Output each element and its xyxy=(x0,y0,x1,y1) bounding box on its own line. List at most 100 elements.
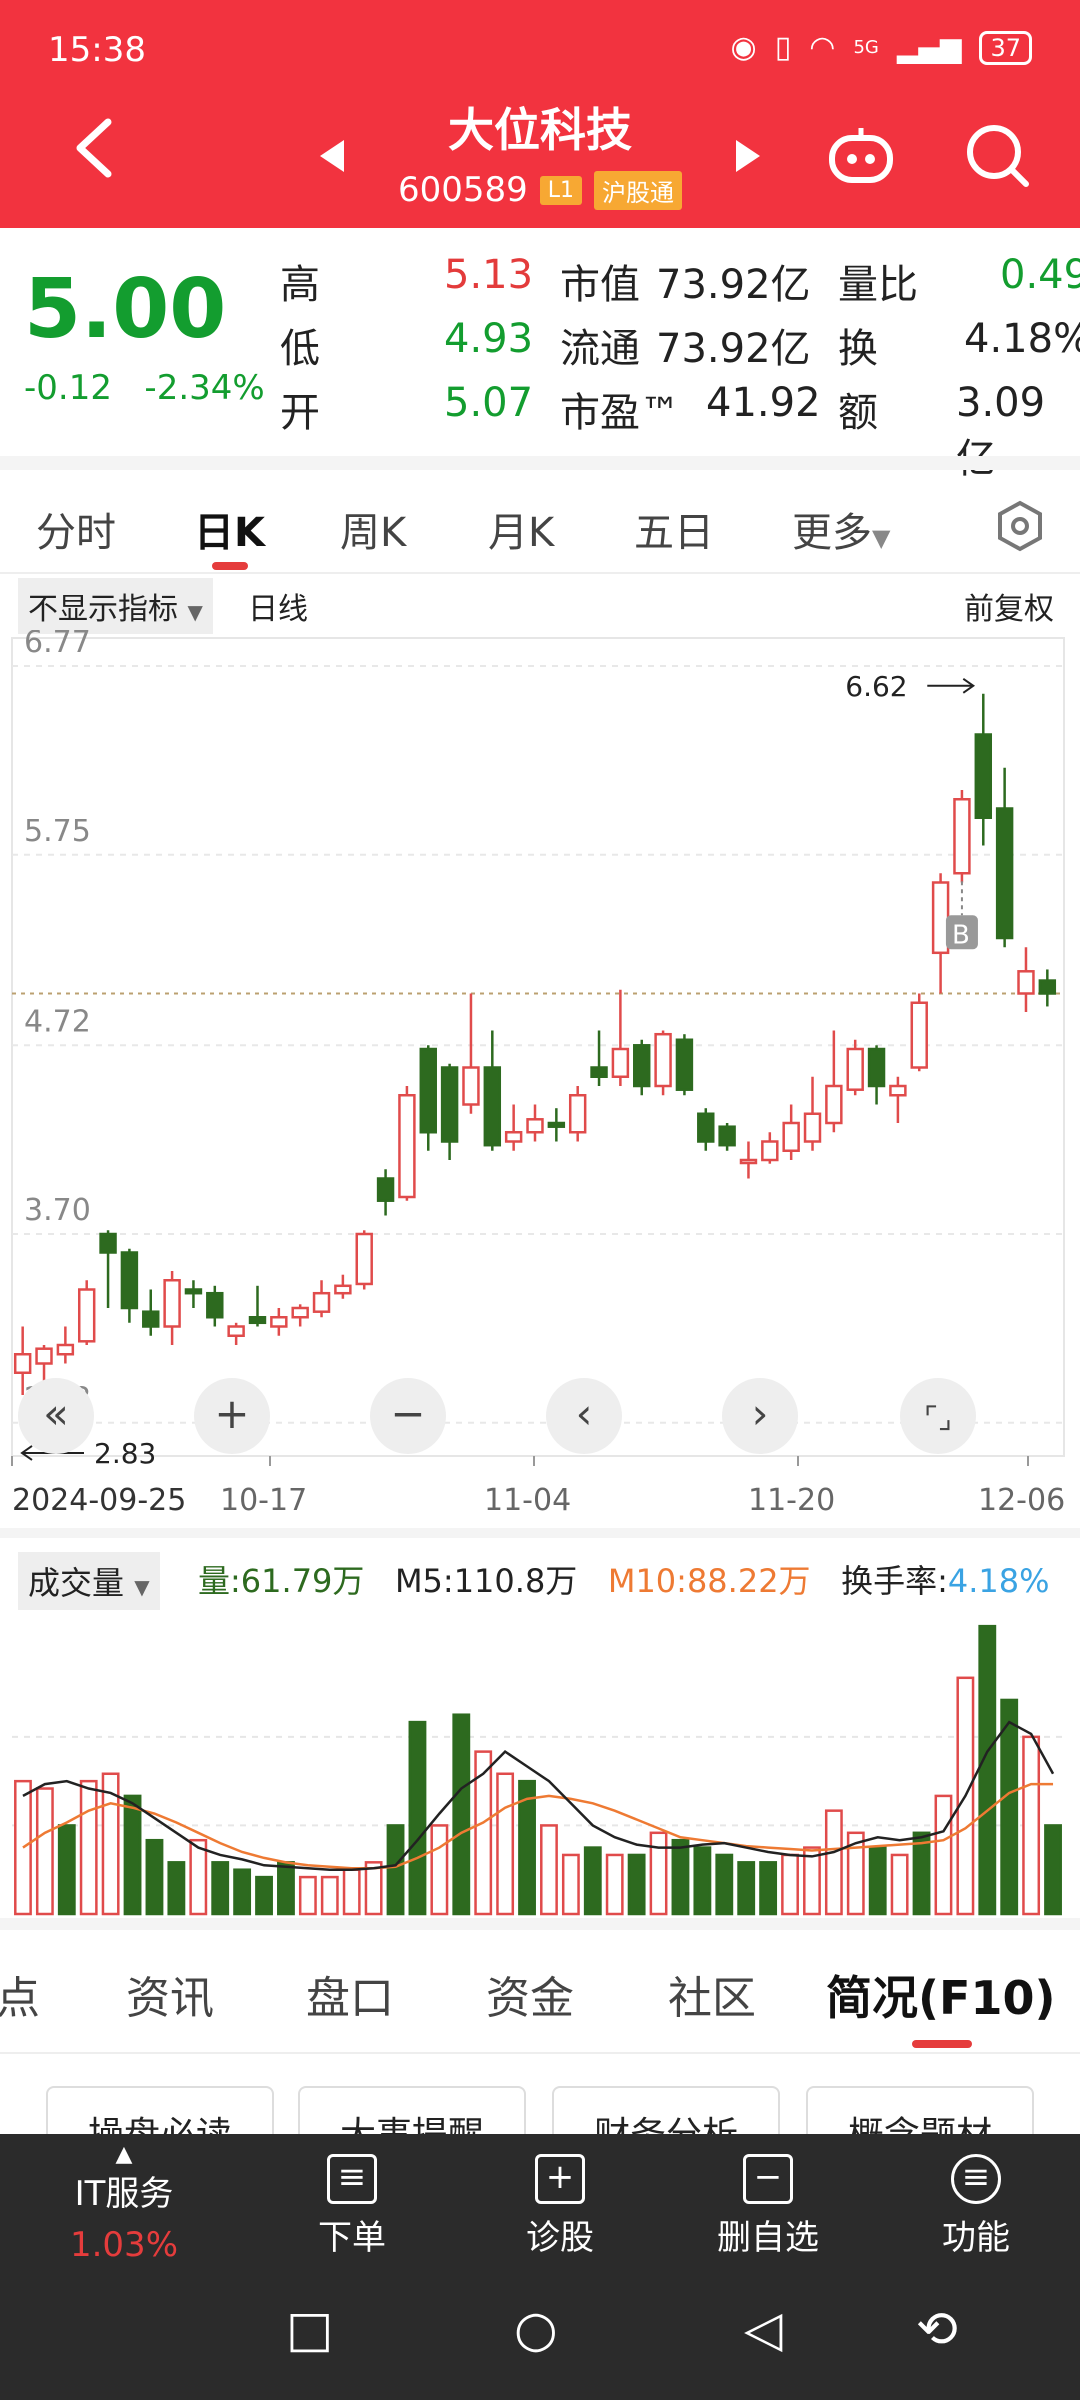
card-concepts[interactable]: 概念题材 xyxy=(806,2086,1034,2134)
candle-body xyxy=(334,1284,352,1295)
mcap-value: 73.92亿 xyxy=(656,262,811,308)
zoom-in-button[interactable]: + xyxy=(194,1378,270,1454)
volume-bar xyxy=(452,1713,471,1916)
scroll-left-button[interactable]: ‹ xyxy=(546,1378,622,1454)
candle-body xyxy=(312,1291,331,1313)
y-tick-label: 4.72 xyxy=(24,1004,91,1039)
section-gap xyxy=(0,1528,1080,1538)
card-row: 操盘必读 大事提醒 财务分析 概念题材 xyxy=(0,2086,1080,2134)
minus-box-icon: − xyxy=(743,2154,793,2204)
tab-daily-k[interactable]: 日K xyxy=(194,500,265,558)
adjust-button[interactable]: 前复权 xyxy=(964,584,1054,628)
volume-ratio-label: 量比 xyxy=(838,262,918,308)
tab-more[interactable]: 更多▼ xyxy=(792,500,890,558)
chart-frame xyxy=(11,637,1065,1457)
search-button[interactable] xyxy=(964,122,1030,192)
search-icon xyxy=(967,125,1029,187)
triangle-back-icon: ◁ xyxy=(744,2300,783,2358)
sector-indicator[interactable]: ▲ IT服务 1.03% xyxy=(34,2144,214,2266)
status-bar: 15:38 ◉ ▯ ◠ 5G ▂▄▆ 37 xyxy=(0,0,1080,100)
rotate-button[interactable]: ⟲ xyxy=(916,2300,958,2358)
tab-weekly-k[interactable]: 周K xyxy=(340,500,406,558)
volume-bar xyxy=(693,1846,712,1916)
section-gap xyxy=(0,1918,1080,1930)
volume-bar xyxy=(364,1861,383,1916)
nav-functions[interactable]: ≡ 功能 xyxy=(886,2154,1066,2259)
candle-body xyxy=(654,1032,672,1088)
candle-body xyxy=(739,1158,758,1165)
back-nav-button[interactable]: ◁ xyxy=(744,2300,782,2358)
max-price-label: 6.62 xyxy=(845,670,907,703)
tab-points[interactable]: 点 xyxy=(0,1962,40,2026)
tab-f10-overview[interactable]: 简况(F10) xyxy=(826,1962,1055,2028)
volume-bar xyxy=(1044,1824,1062,1916)
recent-apps-button[interactable]: □ xyxy=(286,2300,333,2358)
card-financials[interactable]: 财务分析 xyxy=(552,2086,780,2134)
candle-body xyxy=(163,1279,181,1328)
volume-bar xyxy=(189,1838,208,1916)
status-icons: ◉ ▯ ◠ 5G ▂▄▆ 37 xyxy=(731,30,1032,65)
stock-code-row: 600589 L1 沪股通 xyxy=(0,170,1080,210)
minus-icon: − xyxy=(390,1389,426,1438)
volume-bar xyxy=(408,1720,427,1916)
volume-select-label: 成交量 xyxy=(28,1564,125,1602)
volume-bar xyxy=(540,1824,558,1916)
caret-down-icon: ▼ xyxy=(134,1575,150,1599)
header-bar: 15:38 ◉ ▯ ◠ 5G ▂▄▆ 37 大位科技 600589 L1 沪股通 xyxy=(0,0,1080,228)
card-events[interactable]: 大事提醒 xyxy=(298,2086,526,2134)
home-button[interactable]: ○ xyxy=(514,2300,558,2358)
candle-body xyxy=(718,1125,736,1147)
robot-assistant-button[interactable] xyxy=(826,126,896,190)
high-value: 5.13 xyxy=(444,252,534,298)
candle-body xyxy=(142,1310,160,1328)
amount-label: 额 xyxy=(838,390,878,436)
volume-chart[interactable] xyxy=(0,1600,1080,1918)
volume-bar xyxy=(1000,1698,1019,1916)
tab-intraday[interactable]: 分时 xyxy=(36,500,116,558)
rotate-icon: ⟲ xyxy=(916,2300,958,2358)
info-tabs-divider xyxy=(0,2052,1080,2054)
tab-five-day[interactable]: 五日 xyxy=(634,500,714,558)
nav-place-order-label: 下单 xyxy=(318,2218,386,2258)
double-chevron-left-icon: « xyxy=(43,1389,69,1438)
tab-community[interactable]: 社区 xyxy=(668,1962,756,2026)
volume-bar xyxy=(255,1875,273,1916)
chart-settings-button[interactable] xyxy=(994,500,1046,556)
tab-orderbook[interactable]: 盘口 xyxy=(306,1962,394,2026)
candle-body xyxy=(355,1232,373,1286)
volume-bar xyxy=(57,1824,76,1916)
zoom-out-button[interactable]: − xyxy=(370,1378,446,1454)
volume-bar xyxy=(824,1809,843,1916)
square-icon: □ xyxy=(286,2300,334,2358)
nav-remove-watchlist[interactable]: − 删自选 xyxy=(678,2154,858,2259)
tab-monthly-k[interactable]: 月K xyxy=(488,500,554,558)
tab-news[interactable]: 资讯 xyxy=(126,1962,214,2026)
scroll-right-button[interactable]: › xyxy=(722,1378,798,1454)
volume-bar xyxy=(123,1794,142,1916)
nav-place-order[interactable]: ≡ 下单 xyxy=(262,2154,442,2259)
volume-bar xyxy=(649,1831,668,1916)
candle-body xyxy=(291,1306,309,1319)
m10-legend-value: 88.22万 xyxy=(686,1562,811,1600)
scroll-start-button[interactable]: « xyxy=(18,1378,94,1454)
candle-body xyxy=(1017,970,1035,995)
volume-legend: 量:61.79万 M5:110.8万 M10:88.22万 换手率:4.18% xyxy=(198,1556,1050,1602)
candle-body xyxy=(99,1232,117,1254)
tab-funds[interactable]: 资金 xyxy=(486,1962,574,2026)
high-label: 高 xyxy=(280,262,320,308)
m10-legend-label: M10: xyxy=(607,1562,687,1600)
candle-body xyxy=(867,1047,886,1088)
period-label: 日线 xyxy=(248,592,308,627)
nav-diagnose[interactable]: + 诊股 xyxy=(470,2154,650,2259)
open-label: 开 xyxy=(280,390,320,436)
indicator-select[interactable]: 不显示指标 ▼ xyxy=(18,578,213,634)
section-gap xyxy=(0,456,1080,470)
volume-bar xyxy=(737,1861,756,1916)
candle-body xyxy=(910,1001,928,1069)
volume-bar xyxy=(342,1868,361,1916)
card-trading-guide[interactable]: 操盘必读 xyxy=(46,2086,274,2134)
status-time: 15:38 xyxy=(48,30,146,70)
fullscreen-button[interactable]: ⌜⌟ xyxy=(900,1378,976,1454)
active-tab-indicator xyxy=(212,562,248,570)
turnover-value: 4.18% xyxy=(964,316,1080,362)
